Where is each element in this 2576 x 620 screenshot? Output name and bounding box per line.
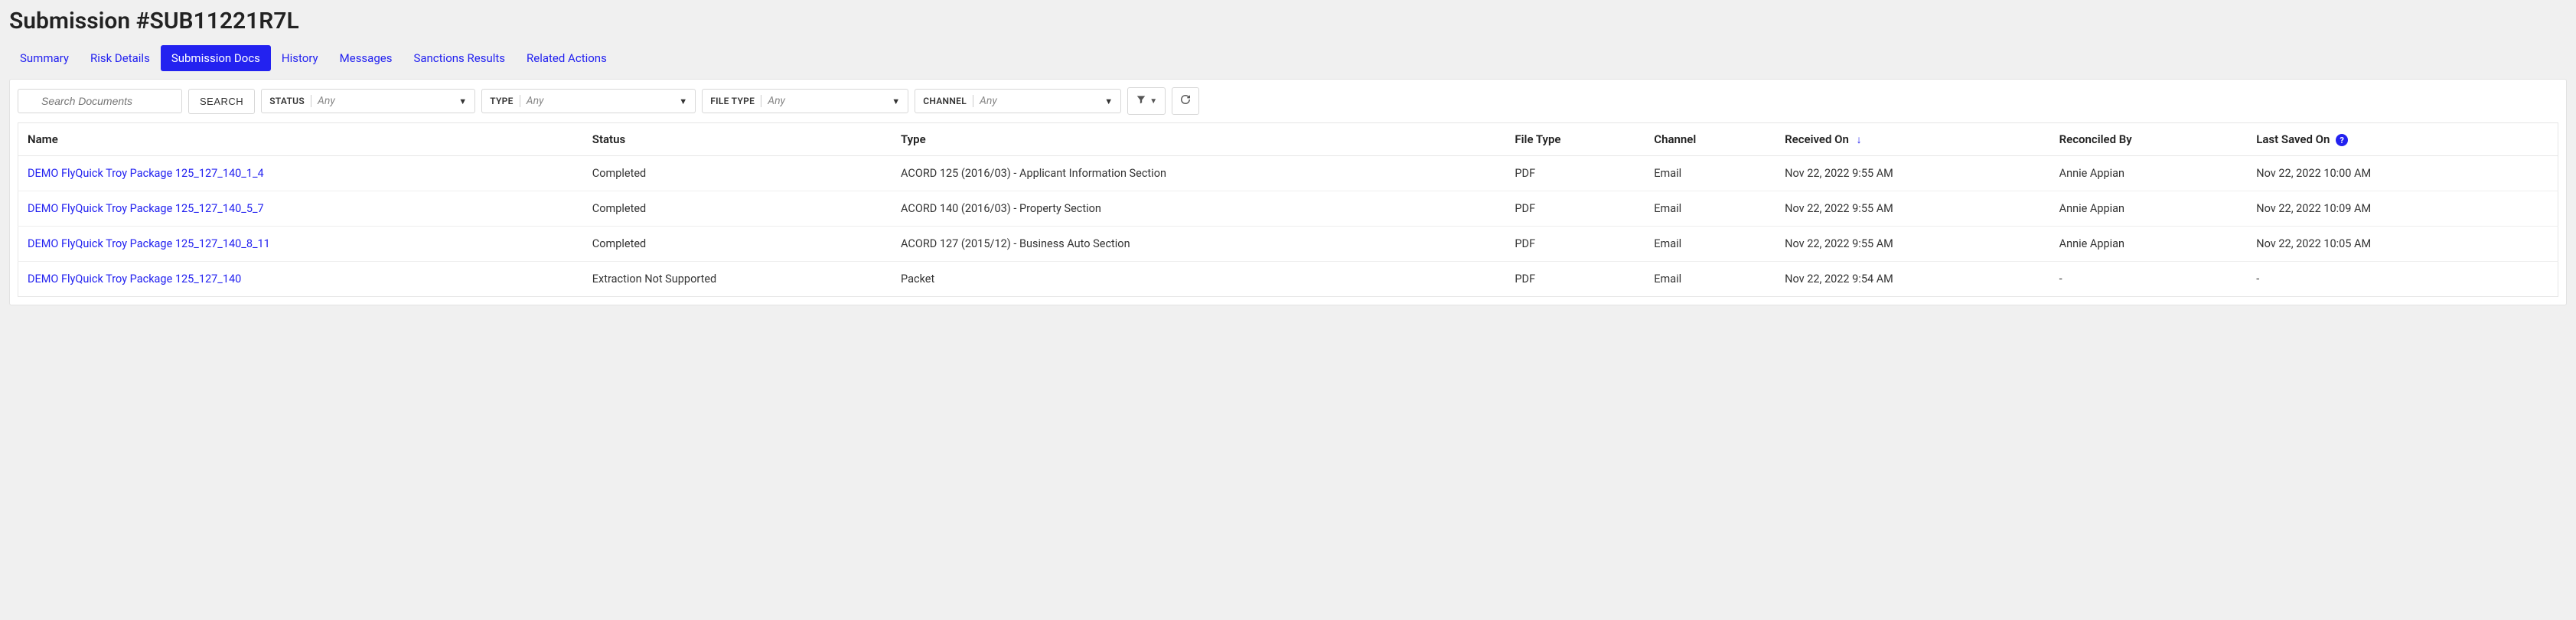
doc-status: Completed xyxy=(583,156,892,191)
doc-reconciled-by: Annie Appian xyxy=(2050,191,2248,227)
chevron-down-icon: ▼ xyxy=(458,96,467,106)
doc-last-saved-on: Nov 22, 2022 10:00 AM xyxy=(2247,156,2535,191)
refresh-button[interactable] xyxy=(1172,87,1199,115)
row-actions xyxy=(2535,262,2558,297)
search-button[interactable]: SEARCH xyxy=(188,89,255,114)
doc-name-link[interactable]: DEMO FlyQuick Troy Package 125_127_140_5… xyxy=(18,191,583,227)
doc-received-on: Nov 22, 2022 9:55 AM xyxy=(1775,191,2050,227)
filter-status-value: Any xyxy=(318,95,452,107)
tab-related-actions[interactable]: Related Actions xyxy=(516,45,618,71)
col-received-on[interactable]: Received On ↓ xyxy=(1775,123,2050,156)
doc-file-type: PDF xyxy=(1505,191,1645,227)
table-row: DEMO FlyQuick Troy Package 125_127_140_1… xyxy=(18,156,2558,191)
doc-channel: Email xyxy=(1645,156,1775,191)
col-type[interactable]: Type xyxy=(892,123,1505,156)
col-last-saved-on-label: Last Saved On xyxy=(2256,132,2330,146)
filter-channel-value: Any xyxy=(980,95,1098,107)
doc-name-link[interactable]: DEMO FlyQuick Troy Package 125_127_140 xyxy=(18,262,583,297)
tab-risk-details[interactable]: Risk Details xyxy=(80,45,161,71)
filter-file-type-value: Any xyxy=(768,95,885,107)
row-actions xyxy=(2535,191,2558,227)
filter-type[interactable]: TYPE Any ▼ xyxy=(481,89,696,113)
table-row: DEMO FlyQuick Troy Package 125_127_140 E… xyxy=(18,262,2558,297)
doc-status: Completed xyxy=(583,191,892,227)
documents-table: Name Status Type File Type Channel Recei… xyxy=(18,122,2558,297)
tab-sanctions-results[interactable]: Sanctions Results xyxy=(403,45,516,71)
filter-icon xyxy=(1136,94,1146,108)
doc-received-on: Nov 22, 2022 9:54 AM xyxy=(1775,262,2050,297)
sort-desc-icon: ↓ xyxy=(1857,134,1862,146)
row-actions xyxy=(2535,156,2558,191)
filter-file-type-label: FILE TYPE xyxy=(710,96,755,106)
row-actions xyxy=(2535,227,2558,262)
col-actions xyxy=(2535,123,2558,156)
tab-history[interactable]: History xyxy=(271,45,329,71)
doc-last-saved-on: - xyxy=(2247,262,2535,297)
doc-type: ACORD 125 (2016/03) - Applicant Informat… xyxy=(892,156,1505,191)
doc-type: ACORD 140 (2016/03) - Property Section xyxy=(892,191,1505,227)
doc-file-type: PDF xyxy=(1505,262,1645,297)
doc-file-type: PDF xyxy=(1505,156,1645,191)
table-row: DEMO FlyQuick Troy Package 125_127_140_5… xyxy=(18,191,2558,227)
doc-type: ACORD 127 (2015/12) - Business Auto Sect… xyxy=(892,227,1505,262)
help-icon[interactable]: ? xyxy=(2336,134,2348,146)
table-row: DEMO FlyQuick Troy Package 125_127_140_8… xyxy=(18,227,2558,262)
filter-options-button[interactable]: ▼ xyxy=(1127,87,1166,115)
search-input[interactable] xyxy=(18,89,182,113)
col-received-on-label: Received On xyxy=(1785,132,1849,146)
chevron-down-icon: ▼ xyxy=(1104,96,1113,106)
tab-bar: Summary Risk Details Submission Docs His… xyxy=(9,45,2567,71)
doc-reconciled-by: - xyxy=(2050,262,2248,297)
tab-submission-docs[interactable]: Submission Docs xyxy=(161,45,271,71)
doc-file-type: PDF xyxy=(1505,227,1645,262)
tab-summary[interactable]: Summary xyxy=(9,45,80,71)
tab-messages[interactable]: Messages xyxy=(329,45,403,71)
doc-received-on: Nov 22, 2022 9:55 AM xyxy=(1775,156,2050,191)
doc-channel: Email xyxy=(1645,262,1775,297)
col-last-saved-on[interactable]: Last Saved On ? xyxy=(2247,123,2535,156)
doc-name-link[interactable]: DEMO FlyQuick Troy Package 125_127_140_8… xyxy=(18,227,583,262)
col-channel[interactable]: Channel xyxy=(1645,123,1775,156)
doc-type: Packet xyxy=(892,262,1505,297)
doc-status: Completed xyxy=(583,227,892,262)
doc-channel: Email xyxy=(1645,227,1775,262)
documents-panel: SEARCH STATUS Any ▼ TYPE Any ▼ FILE TYPE… xyxy=(9,79,2567,305)
filter-status[interactable]: STATUS Any ▼ xyxy=(261,89,475,113)
filter-type-label: TYPE xyxy=(490,96,514,106)
filter-channel-label: CHANNEL xyxy=(923,96,967,106)
filter-row: SEARCH STATUS Any ▼ TYPE Any ▼ FILE TYPE… xyxy=(18,87,2558,115)
doc-reconciled-by: Annie Appian xyxy=(2050,227,2248,262)
col-file-type[interactable]: File Type xyxy=(1505,123,1645,156)
refresh-icon xyxy=(1180,94,1191,108)
doc-last-saved-on: Nov 22, 2022 10:09 AM xyxy=(2247,191,2535,227)
chevron-down-icon: ▼ xyxy=(892,96,900,106)
chevron-down-icon: ▼ xyxy=(679,96,687,106)
filter-status-label: STATUS xyxy=(269,96,305,106)
doc-name-link[interactable]: DEMO FlyQuick Troy Package 125_127_140_1… xyxy=(18,156,583,191)
filter-channel[interactable]: CHANNEL Any ▼ xyxy=(915,89,1121,113)
filter-file-type[interactable]: FILE TYPE Any ▼ xyxy=(702,89,908,113)
chevron-down-icon: ▼ xyxy=(1149,97,1157,106)
filter-type-value: Any xyxy=(527,95,673,107)
doc-last-saved-on: Nov 22, 2022 10:05 AM xyxy=(2247,227,2535,262)
col-status[interactable]: Status xyxy=(583,123,892,156)
doc-channel: Email xyxy=(1645,191,1775,227)
page-title: Submission #SUB11221R7L xyxy=(9,8,2567,34)
doc-status: Extraction Not Supported xyxy=(583,262,892,297)
col-reconciled-by[interactable]: Reconciled By xyxy=(2050,123,2248,156)
col-name[interactable]: Name xyxy=(18,123,583,156)
doc-reconciled-by: Annie Appian xyxy=(2050,156,2248,191)
doc-received-on: Nov 22, 2022 9:55 AM xyxy=(1775,227,2050,262)
